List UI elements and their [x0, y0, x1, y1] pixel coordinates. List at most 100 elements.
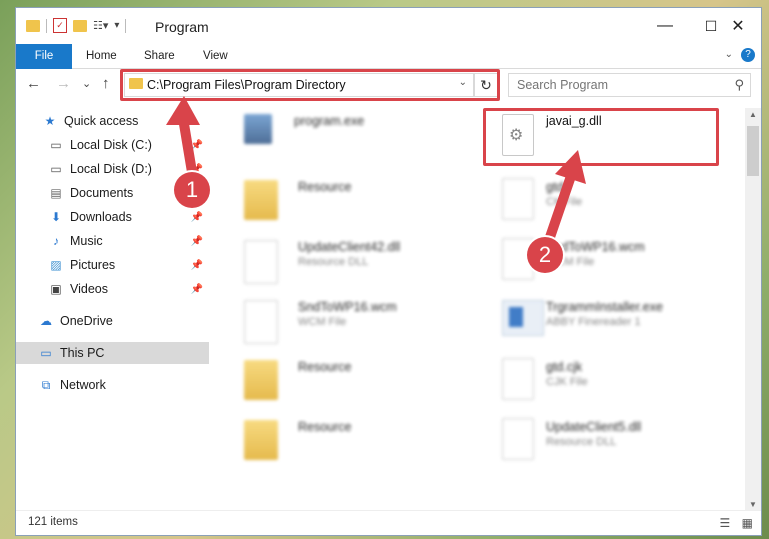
search-box[interactable]: ⚲ [508, 73, 751, 97]
download-icon: ⬇ [50, 210, 62, 224]
list-item[interactable]: Resource [228, 352, 468, 408]
list-item[interactable]: UpdateClient5.dll Resource DLL [490, 412, 730, 468]
close-button[interactable]: ✕ [715, 8, 761, 44]
network-icon: ⧉ [41, 377, 51, 392]
vertical-scrollbar[interactable]: ▲ ▼ [745, 108, 761, 511]
videos-icon: ▣ [50, 282, 62, 296]
recent-locations-button[interactable]: ⌄ [82, 77, 91, 90]
list-item[interactable]: TrgrammInstaller.exe ABBY Finereader 1 [490, 292, 730, 348]
scrollbar-thumb[interactable] [747, 126, 759, 176]
file-name: TrgrammInstaller.exe [546, 300, 663, 314]
exe-icon [244, 114, 272, 144]
back-button[interactable]: ← [26, 75, 41, 92]
customize-icon[interactable]: ☷▾ [93, 19, 108, 32]
tab-home[interactable]: Home [86, 44, 117, 68]
new-folder-icon[interactable] [73, 19, 87, 32]
file-name: Resource [298, 180, 352, 194]
properties-icon[interactable]: ✓ [53, 18, 67, 33]
folder-icon [244, 420, 278, 460]
file-type: CJK File [546, 376, 588, 388]
file-name: gtd.cjk [546, 360, 583, 374]
file-highlight-box [483, 108, 719, 166]
scroll-up-icon[interactable]: ▲ [745, 110, 761, 119]
scroll-down-icon[interactable]: ▼ [745, 500, 761, 509]
file-name: Resource [298, 420, 352, 434]
sidebar-item-this-pc[interactable]: ▭ This PC [16, 342, 209, 364]
dll-gear-icon [244, 240, 278, 284]
folder-icon [244, 180, 278, 220]
large-icons-view-icon[interactable]: ▦ [742, 516, 753, 530]
view-toggle: ☰ ▦ [720, 516, 753, 530]
window-title: Program [155, 19, 209, 35]
sidebar-item-pictures[interactable]: ▨ Pictures 📌 [16, 254, 209, 276]
sidebar-item-local-disk-c[interactable]: ▭ Local Disk (C:) 📌 [16, 134, 209, 156]
chevron-down-icon[interactable]: ▾ [114, 20, 119, 31]
list-item[interactable]: Resource [228, 412, 468, 468]
sidebar-item-label: OneDrive [60, 314, 113, 328]
file-icon [244, 300, 278, 344]
sidebar-item-network[interactable]: ⧉ Network [16, 374, 209, 396]
expand-ribbon-icon[interactable]: ⌄ [725, 49, 733, 60]
file-type: WCM File [298, 316, 347, 328]
file-name: UpdateClient5.dll [546, 420, 642, 434]
folder-icon[interactable] [26, 19, 40, 32]
list-item[interactable]: Resource [228, 172, 468, 228]
list-item[interactable]: gtd.cjk CJK File [490, 352, 730, 408]
file-name: UpdateClient42.dll [298, 240, 401, 254]
sidebar-item-label: Documents [70, 186, 134, 200]
sidebar-item-downloads[interactable]: ⬇ Downloads 📌 [16, 206, 209, 228]
installer-icon [502, 300, 544, 336]
up-button[interactable]: ↑ [102, 75, 110, 92]
list-item[interactable]: gtd CK File [490, 172, 730, 228]
tab-view[interactable]: View [203, 44, 228, 68]
forward-button[interactable]: → [56, 75, 71, 92]
pin-icon: 📌 [190, 283, 203, 295]
minimize-button[interactable]: — [642, 8, 688, 44]
file-name: SndToWP16.wcm [298, 300, 397, 314]
list-item[interactable]: program.exe [228, 108, 468, 164]
file-type: Resource DLL [298, 256, 369, 268]
sidebar-item-onedrive[interactable]: ☁ OneDrive [16, 310, 209, 332]
file-icon [502, 358, 534, 400]
tab-share[interactable]: Share [144, 44, 175, 68]
list-item[interactable]: SndToWP16.wcm WCM File [490, 232, 730, 288]
sidebar-item-label: Videos [70, 282, 108, 296]
sidebar-item-label: This PC [60, 346, 105, 360]
separator [125, 18, 127, 33]
title-bar: ✓ ☷▾ ▾ Program — ☐ ✕ [16, 8, 761, 44]
help-icon[interactable]: ? [741, 48, 755, 62]
file-list: program.exe ⚙ javai_g.dll Resource gtd C… [228, 108, 745, 511]
file-type: Resource DLL [546, 436, 617, 448]
pictures-icon: ▨ [50, 258, 62, 272]
computer-icon: ▭ [40, 346, 52, 360]
sidebar-item-music[interactable]: ♪ Music 📌 [16, 230, 209, 252]
ribbon: File Home Share View ⌄ ? [16, 44, 761, 100]
cloud-icon: ☁ [40, 314, 52, 328]
star-icon: ★ [44, 114, 56, 128]
list-item[interactable]: UpdateClient42.dll Resource DLL [228, 232, 468, 288]
status-bar: 121 items ☰ ▦ [16, 510, 761, 535]
music-icon: ♪ [53, 234, 59, 248]
search-icon[interactable]: ⚲ [734, 77, 744, 93]
dll-gear-icon [502, 418, 534, 460]
separator [46, 18, 47, 33]
address-highlight-box [120, 69, 500, 101]
drive-icon: ▭ [50, 138, 62, 152]
item-count: 121 items [28, 516, 78, 528]
pin-icon: 📌 [190, 259, 203, 271]
folder-icon [244, 360, 278, 400]
documents-icon: ▤ [50, 186, 62, 200]
navigation-pane: ★ Quick access ▭ Local Disk (C:) 📌 ▭ Loc… [16, 108, 210, 511]
sidebar-item-label: Music [70, 234, 103, 248]
search-input[interactable] [515, 77, 719, 93]
quick-access-toolbar: ✓ ☷▾ ▾ [26, 18, 127, 33]
file-name: gtd [546, 180, 564, 194]
sidebar-item-quick-access[interactable]: ★ Quick access [16, 110, 209, 132]
sidebar-item-label: Pictures [70, 258, 116, 272]
pin-icon: 📌 [190, 211, 203, 223]
list-item[interactable]: SndToWP16.wcm WCM File [228, 292, 468, 348]
sidebar-item-videos[interactable]: ▣ Videos 📌 [16, 278, 209, 300]
details-view-icon[interactable]: ☰ [720, 516, 731, 530]
sidebar-item-label: Downloads [70, 210, 132, 224]
file-explorer-window: ✓ ☷▾ ▾ Program — ☐ ✕ File Home Share Vie… [16, 8, 761, 535]
